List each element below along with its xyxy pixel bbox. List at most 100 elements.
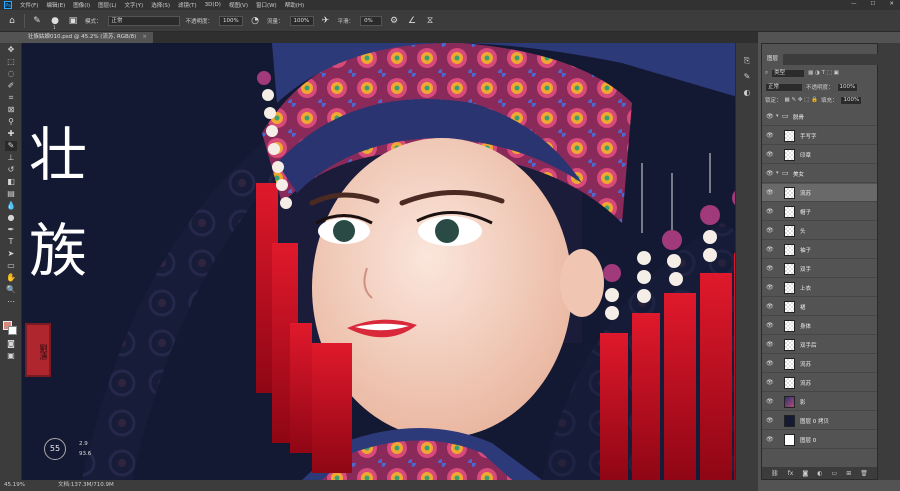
blur-tool-icon[interactable]: 💧 [5, 201, 17, 211]
visibility-eye-icon[interactable]: 👁 [766, 227, 774, 234]
dodge-tool-icon[interactable]: ● [5, 213, 17, 223]
brush-settings-icon[interactable]: ▣ [67, 16, 79, 26]
layer-row[interactable]: 👁 图层 0 拷贝 [762, 412, 877, 430]
layer-group-row[interactable]: 👁 ▾ ▭ 美女 [762, 165, 877, 183]
type-tool-icon[interactable]: T [5, 237, 17, 247]
quick-mask-icon[interactable]: ◙ [5, 339, 17, 349]
mode-select[interactable]: 正常 [107, 15, 180, 26]
blend-mode-select[interactable]: 正常 [765, 82, 803, 92]
filter-icons[interactable]: ▦ ◑ T ⬚ ▣ [808, 70, 839, 76]
visibility-eye-icon[interactable]: 👁 [766, 436, 774, 443]
brush-tool-icon[interactable]: ✎ [31, 16, 43, 26]
brush-settings-panel-icon[interactable]: ✎ [741, 71, 753, 83]
group-caret-icon[interactable]: ▾ [776, 113, 779, 119]
menu-file[interactable]: 文件(F) [20, 1, 38, 9]
menu-filter[interactable]: 滤镜(T) [178, 1, 197, 9]
flow-field[interactable]: 100% [289, 15, 314, 26]
minimize-button[interactable]: — [851, 1, 857, 7]
symmetry-icon[interactable]: ⧖ [424, 16, 436, 26]
crop-tool-icon[interactable]: ⌗ [5, 93, 17, 103]
angle-icon[interactable]: ∠ [406, 16, 418, 26]
visibility-eye-icon[interactable]: 👁 [766, 265, 774, 272]
brush-preset-icon[interactable]: ● 1 [49, 16, 61, 30]
layer-row[interactable]: 👁 图层 0 [762, 431, 877, 449]
layers-tab[interactable]: 图层 [762, 54, 784, 65]
background-color-swatch[interactable] [8, 326, 17, 335]
visibility-eye-icon[interactable]: 👁 [766, 417, 774, 424]
more-tools-icon[interactable]: ⋯ [5, 297, 17, 307]
menu-view[interactable]: 视图(V) [229, 1, 248, 9]
layer-opacity-field[interactable]: 100% [836, 82, 859, 92]
menu-layer[interactable]: 图层(L) [98, 1, 116, 9]
menu-type[interactable]: 文字(Y) [125, 1, 144, 9]
layer-row[interactable]: 👁 手写字 [762, 127, 877, 145]
hand-tool-icon[interactable]: ✋ [5, 273, 17, 283]
menu-window[interactable]: 窗口(W) [256, 1, 277, 9]
pressure-opacity-icon[interactable]: ◔ [249, 16, 261, 26]
visibility-eye-icon[interactable]: 👁 [766, 151, 774, 158]
close-tab-icon[interactable]: × [142, 34, 147, 40]
delete-layer-icon[interactable]: 🗑 [860, 470, 868, 477]
layer-row[interactable]: 👁 双手后 [762, 336, 877, 354]
marquee-tool-icon[interactable]: ⬚ [5, 57, 17, 67]
history-brush-icon[interactable]: ↺ [5, 165, 17, 175]
layer-row[interactable]: 👁 双手 [762, 260, 877, 278]
layer-row[interactable]: 👁 裙 [762, 298, 877, 316]
visibility-eye-icon[interactable]: 👁 [766, 113, 774, 120]
visibility-eye-icon[interactable]: 👁 [766, 360, 774, 367]
home-icon[interactable]: ⌂ [6, 16, 18, 26]
visibility-eye-icon[interactable]: 👁 [766, 189, 774, 196]
visibility-eye-icon[interactable]: 👁 [766, 379, 774, 386]
visibility-eye-icon[interactable]: 👁 [766, 132, 774, 139]
layer-row[interactable]: 👁 流苏 [762, 374, 877, 392]
gear-icon[interactable]: ⚙ [388, 16, 400, 26]
zoom-level[interactable]: 45.19% [4, 480, 25, 491]
quick-select-tool-icon[interactable]: ✐ [5, 81, 17, 91]
link-layers-icon[interactable]: ⛓ [771, 470, 779, 477]
visibility-eye-icon[interactable]: 👁 [766, 208, 774, 215]
menu-image[interactable]: 图像(I) [73, 1, 90, 9]
layer-row[interactable]: 👁 流苏 [762, 184, 877, 202]
menu-help[interactable]: 帮助(H) [285, 1, 304, 9]
visibility-eye-icon[interactable]: 👁 [766, 341, 774, 348]
lasso-tool-icon[interactable]: ◌ [5, 69, 17, 79]
visibility-eye-icon[interactable]: 👁 [766, 398, 774, 405]
path-select-tool-icon[interactable]: ➤ [5, 249, 17, 259]
gradient-tool-icon[interactable]: ▤ [5, 189, 17, 199]
menu-select[interactable]: 选择(S) [151, 1, 170, 9]
group-caret-icon[interactable]: ▾ [776, 170, 779, 176]
adjustments-panel-icon[interactable]: ◐ [741, 87, 753, 99]
layer-row[interactable]: 👁 帽子 [762, 203, 877, 221]
smoothing-field[interactable]: 0% [360, 15, 383, 26]
visibility-eye-icon[interactable]: 👁 [766, 246, 774, 253]
zoom-tool-icon[interactable]: 🔍 [5, 285, 17, 295]
layer-filter-select[interactable]: 类型 [771, 68, 806, 78]
visibility-eye-icon[interactable]: 👁 [766, 322, 774, 329]
stamp-tool-icon[interactable]: ⊥ [5, 153, 17, 163]
screen-mode-icon[interactable]: ▣ [5, 351, 17, 361]
shape-tool-icon[interactable]: ▭ [5, 261, 17, 271]
close-button[interactable]: ✕ [889, 1, 894, 7]
eraser-tool-icon[interactable]: ◧ [5, 177, 17, 187]
brush-tool-icon[interactable]: ✎ [5, 141, 17, 151]
adjustment-layer-icon[interactable]: ◐ [817, 470, 822, 477]
layer-row[interactable]: 👁 印章 [762, 146, 877, 164]
layer-row[interactable]: 👁 上衣 [762, 279, 877, 297]
right-panel-scroll[interactable] [878, 43, 900, 480]
eyedropper-tool-icon[interactable]: ⚲ [5, 117, 17, 127]
maximize-button[interactable]: ☐ [870, 1, 875, 7]
layer-row[interactable]: 👁 流苏 [762, 355, 877, 373]
menu-3d[interactable]: 3D(D) [205, 2, 221, 8]
new-group-icon[interactable]: ▭ [832, 470, 838, 477]
layer-style-icon[interactable]: fx [788, 470, 794, 477]
healing-tool-icon[interactable]: ✚ [5, 129, 17, 139]
layer-row[interactable]: 👁 头 [762, 222, 877, 240]
history-panel-icon[interactable]: ⎘ [741, 55, 753, 67]
fill-field[interactable]: 100% [840, 95, 863, 105]
layer-group-row[interactable]: 👁 ▾ ▭ 脱骨 [762, 108, 877, 126]
pen-tool-icon[interactable]: ✒ [5, 225, 17, 235]
add-mask-icon[interactable]: ◙ [802, 470, 808, 477]
layer-row[interactable]: 👁 身体 [762, 317, 877, 335]
layer-row[interactable]: 👁 袖子 [762, 241, 877, 259]
opacity-field[interactable]: 100% [219, 15, 244, 26]
